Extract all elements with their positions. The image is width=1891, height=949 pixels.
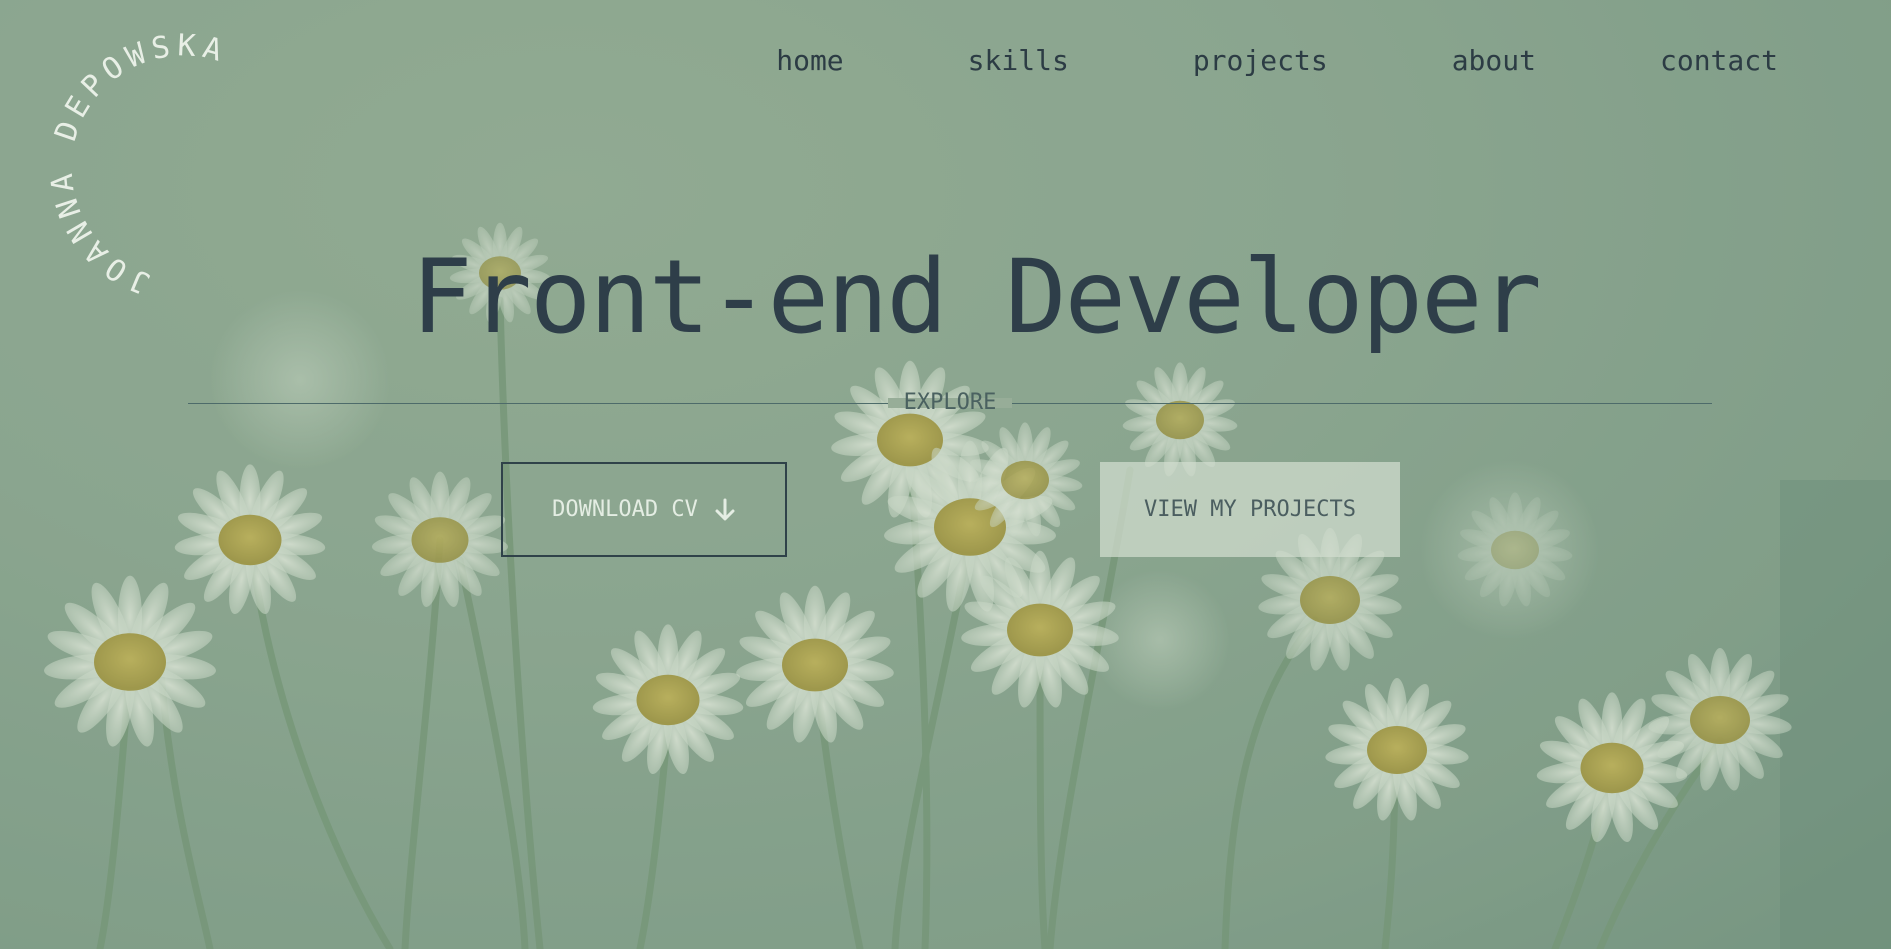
nav-projects[interactable]: projects: [1193, 44, 1328, 77]
nav-skills[interactable]: skills: [968, 44, 1069, 77]
view-projects-button[interactable]: VIEW MY PROJECTS: [1100, 462, 1400, 557]
download-cv-label: DOWNLOAD CV: [552, 497, 698, 522]
download-cv-button[interactable]: DOWNLOAD CV: [501, 462, 787, 557]
nav-contact[interactable]: contact: [1660, 44, 1778, 77]
nav-home[interactable]: home: [776, 44, 843, 77]
arrow-down-icon: [715, 498, 735, 520]
main-nav: home skills projects about contact: [776, 44, 1778, 77]
hero-title: Front-end Developer: [411, 238, 1542, 357]
nav-about[interactable]: about: [1452, 44, 1536, 77]
view-projects-label: VIEW MY PROJECTS: [1144, 497, 1356, 522]
explore-label[interactable]: EXPLORE: [888, 390, 1012, 415]
